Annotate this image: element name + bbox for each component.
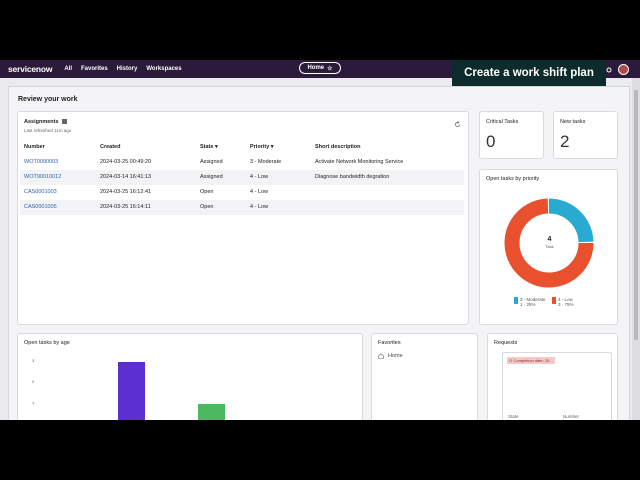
legend-item[interactable]: 3 - Moderate 1 · 25% bbox=[514, 297, 546, 307]
home-icon bbox=[378, 353, 384, 359]
new-tasks-count: 2 bbox=[560, 132, 570, 151]
legend-swatch bbox=[514, 297, 518, 304]
nav-all[interactable]: All bbox=[64, 66, 72, 72]
state-label: State bbox=[508, 414, 519, 419]
app-frame: servicenow All Favorites History Workspa… bbox=[0, 60, 640, 420]
state-cell: Assigned bbox=[200, 159, 223, 165]
record-number-link[interactable]: WOT0090003 bbox=[24, 159, 58, 165]
number-label: Number bbox=[563, 414, 580, 419]
priority-cell: 3 - Moderate bbox=[250, 159, 282, 165]
completion-date-badge: ⊙ Completion date: 20... bbox=[507, 357, 555, 364]
created-cell: 2024-03-25 00:49:20 bbox=[100, 159, 152, 165]
priority-cell: 4 - Low bbox=[250, 174, 269, 180]
table-row[interactable]: CAS0001003 2024-03-25 16:12:41 Open 4 - … bbox=[20, 185, 464, 200]
priority-chart-card: Open tasks by priority 4 Task 3 - Modera… bbox=[479, 169, 618, 325]
state-cell: Open bbox=[200, 189, 214, 195]
description-cell: Activate Network Monitoring Service bbox=[315, 159, 404, 165]
col-created[interactable]: Created bbox=[100, 144, 120, 150]
age-bar-chart[interactable] bbox=[18, 334, 364, 420]
tutorial-banner: Create a work shift plan bbox=[452, 60, 606, 88]
table-row[interactable]: WOT0090003 2024-03-25 00:49:20 Assigned … bbox=[20, 155, 464, 170]
legend-swatch bbox=[552, 297, 556, 304]
description-cell: Diagnose bandwidth degration bbox=[315, 174, 390, 180]
home-pill-label: Home bbox=[307, 65, 325, 71]
priority-cell: 4 - Low bbox=[250, 204, 269, 210]
filter-icon[interactable] bbox=[62, 119, 68, 124]
last-refreshed: Last refreshed 11m ago bbox=[24, 128, 72, 133]
critical-tasks-title: Critical Tasks bbox=[486, 119, 519, 125]
nav-favorites[interactable]: Favorites bbox=[81, 66, 108, 72]
requests-title: Requests bbox=[494, 340, 518, 346]
state-cell: Assigned bbox=[200, 174, 223, 180]
priority-cell: 4 - Low bbox=[250, 189, 269, 195]
col-short-description[interactable]: Short description bbox=[315, 144, 361, 150]
table-row[interactable]: WOT90010012 2024-03-14 16:41:13 Assigned… bbox=[20, 170, 464, 185]
sort-down-icon: ▾ bbox=[270, 144, 274, 150]
created-cell: 2024-03-25 16:14:11 bbox=[100, 204, 151, 210]
critical-tasks-count: 0 bbox=[486, 132, 496, 151]
scrollbar-thumb[interactable] bbox=[634, 90, 638, 340]
priority-chart-title: Open tasks by priority bbox=[486, 176, 540, 182]
col-state[interactable]: State ▾ bbox=[200, 144, 218, 150]
age-bar-1[interactable] bbox=[198, 404, 225, 420]
notification-icon[interactable] bbox=[606, 67, 612, 73]
nav-right-tools bbox=[606, 64, 629, 75]
assignments-card: Assignments Last refreshed 11m ago Numbe… bbox=[17, 111, 469, 325]
record-number-link[interactable]: CAS0001003 bbox=[24, 189, 57, 195]
nav-links: All Favorites History Workspaces bbox=[64, 66, 181, 72]
col-priority[interactable]: Priority ▾ bbox=[250, 144, 274, 150]
home-pill-button[interactable]: Home ☆ bbox=[299, 62, 341, 74]
table-row[interactable]: CAS0001005 2024-03-25 16:14:11 Open 4 - … bbox=[20, 200, 464, 215]
servicenow-logo[interactable]: servicenow bbox=[8, 64, 53, 74]
page-title: Review your work bbox=[18, 96, 78, 103]
avatar[interactable] bbox=[618, 64, 629, 75]
donut-center-value: 4 bbox=[547, 236, 552, 243]
assignments-title: Assignments bbox=[24, 119, 68, 125]
new-tasks-card[interactable]: New tasks 2 bbox=[553, 111, 618, 159]
favorite-item-home[interactable]: Home bbox=[378, 353, 403, 359]
record-number-link[interactable]: WOT90010012 bbox=[24, 174, 61, 180]
new-tasks-title: New tasks bbox=[560, 119, 586, 125]
sort-down-icon: ▾ bbox=[214, 144, 218, 150]
nav-workspaces[interactable]: Workspaces bbox=[146, 66, 181, 72]
refresh-icon[interactable] bbox=[454, 121, 461, 128]
age-bar-0[interactable] bbox=[118, 362, 145, 420]
col-number[interactable]: Number bbox=[24, 144, 45, 150]
workspace-panel: Review your work Assignments Last refres… bbox=[8, 86, 630, 420]
priority-donut-chart[interactable] bbox=[504, 198, 594, 288]
nav-history[interactable]: History bbox=[117, 66, 138, 72]
state-cell: Open bbox=[200, 204, 214, 210]
created-cell: 2024-03-25 16:12:41 bbox=[100, 189, 152, 195]
favorites-title: Favorites bbox=[378, 340, 401, 346]
favorites-card: Favorites Home bbox=[371, 333, 478, 420]
legend-item[interactable]: 4 - Low 3 · 75% bbox=[552, 297, 574, 307]
donut-center-label: Task bbox=[545, 244, 554, 249]
age-chart-card: Open tasks by age 3 2 1 bbox=[17, 333, 363, 420]
record-number-link[interactable]: CAS0001005 bbox=[24, 204, 57, 210]
created-cell: 2024-03-14 16:41:13 bbox=[100, 174, 152, 180]
requests-card: Requests ⊙ Completion date: 20... State … bbox=[487, 333, 618, 420]
critical-tasks-card[interactable]: Critical Tasks 0 bbox=[479, 111, 544, 159]
star-icon[interactable]: ☆ bbox=[327, 65, 332, 72]
request-card[interactable]: ⊙ Completion date: 20... State Number bbox=[502, 352, 612, 420]
